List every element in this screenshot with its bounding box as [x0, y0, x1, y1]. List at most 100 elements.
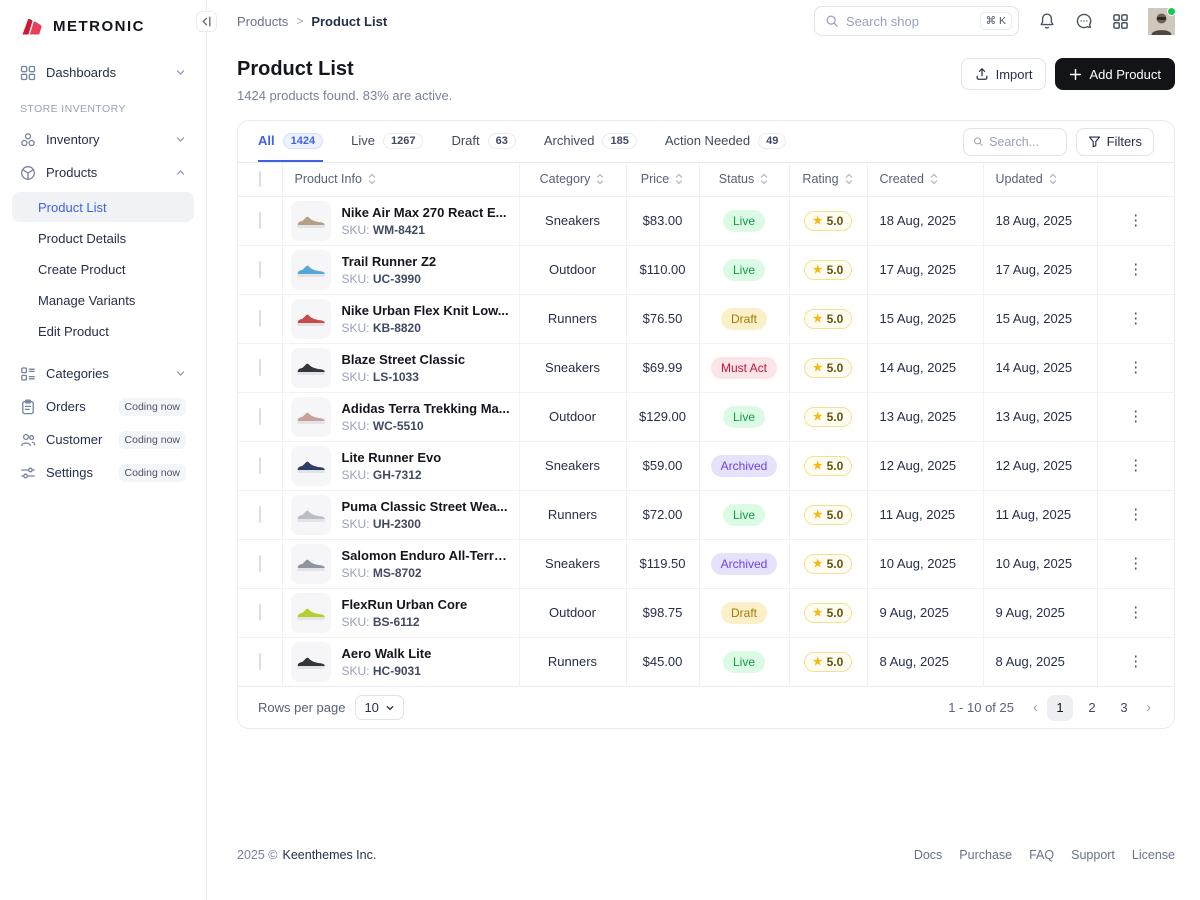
tab-count-badge: 1424 [283, 133, 323, 149]
row-actions-kebab-icon[interactable]: ⋮ [1128, 409, 1143, 424]
col-product-info[interactable]: Product Info [282, 163, 519, 196]
sneaker-icon [296, 408, 326, 426]
sidebar-item-customer[interactable]: Customer Coding now [12, 423, 194, 456]
sidebar-item-product-details[interactable]: Product Details [12, 223, 194, 253]
col-price[interactable]: Price [626, 163, 699, 196]
col-category[interactable]: Category [519, 163, 626, 196]
cell-created: 14 Aug, 2025 [867, 343, 983, 392]
cell-price: $110.00 [626, 245, 699, 294]
row-actions-kebab-icon[interactable]: ⋮ [1128, 654, 1143, 669]
tab-all[interactable]: All 1424 [258, 121, 323, 162]
row-checkbox[interactable] [259, 555, 261, 572]
row-actions-kebab-icon[interactable]: ⋮ [1128, 360, 1143, 375]
cell-price: $69.99 [626, 343, 699, 392]
notifications-button[interactable] [1038, 12, 1056, 30]
cell-price: $76.50 [626, 294, 699, 343]
tab-live[interactable]: Live 1267 [351, 121, 423, 162]
page-button-3[interactable]: 3 [1111, 695, 1137, 721]
table-search-input[interactable] [989, 135, 1057, 149]
sidebar-item-products[interactable]: Products [12, 156, 194, 189]
page-button-2[interactable]: 2 [1079, 695, 1105, 721]
user-menu-button[interactable] [1148, 8, 1175, 35]
page-header: Product List 1424 products found. 83% ar… [207, 42, 1200, 103]
footer-link-license[interactable]: License [1132, 848, 1175, 862]
sidebar-item-dashboards[interactable]: Dashboards [12, 56, 194, 89]
sneaker-icon [296, 261, 326, 279]
previous-page-button[interactable]: ‹ [1030, 699, 1041, 716]
sidebar-item-manage-variants[interactable]: Manage Variants [12, 285, 194, 315]
cell-category: Outdoor [519, 392, 626, 441]
product-name: Nike Air Max 270 React E... [342, 205, 507, 220]
cell-updated: 12 Aug, 2025 [983, 441, 1097, 490]
row-actions-kebab-icon[interactable]: ⋮ [1128, 556, 1143, 571]
col-status[interactable]: Status [699, 163, 789, 196]
footer-link-docs[interactable]: Docs [914, 848, 942, 862]
table-row: FlexRun Urban Core SKU: BS-6112 Outdoor … [238, 588, 1174, 637]
tab-draft[interactable]: Draft 63 [451, 121, 515, 162]
footer-company[interactable]: Keenthemes Inc. [283, 848, 377, 862]
row-actions-kebab-icon[interactable]: ⋮ [1128, 458, 1143, 473]
star-icon: ★ [813, 508, 823, 521]
tab-action-needed[interactable]: Action Needed 49 [665, 121, 787, 162]
row-checkbox[interactable] [259, 261, 261, 278]
global-search-input[interactable] [846, 14, 973, 29]
sort-icon [595, 173, 605, 185]
row-actions-kebab-icon[interactable]: ⋮ [1128, 507, 1143, 522]
row-checkbox[interactable] [259, 310, 261, 327]
row-checkbox[interactable] [259, 408, 261, 425]
add-product-button[interactable]: Add Product [1055, 58, 1175, 90]
row-checkbox[interactable] [259, 604, 261, 621]
footer-link-support[interactable]: Support [1071, 848, 1115, 862]
row-checkbox[interactable] [259, 212, 261, 229]
global-search[interactable]: ⌘ K [814, 6, 1019, 36]
status-badge: Live [723, 406, 765, 428]
row-checkbox[interactable] [259, 506, 261, 523]
import-button[interactable]: Import [961, 58, 1047, 90]
rows-per-page-select[interactable]: 10 [355, 695, 403, 720]
row-checkbox[interactable] [259, 359, 261, 376]
row-actions-kebab-icon[interactable]: ⋮ [1128, 605, 1143, 620]
footer-link-faq[interactable]: FAQ [1029, 848, 1054, 862]
footer-link-purchase[interactable]: Purchase [959, 848, 1012, 862]
row-actions-kebab-icon[interactable]: ⋮ [1128, 311, 1143, 326]
rating-badge: ★5.0 [804, 456, 853, 476]
sidebar-item-create-product[interactable]: Create Product [12, 254, 194, 284]
messages-button[interactable] [1075, 12, 1093, 30]
row-checkbox[interactable] [259, 653, 261, 670]
brand-logo[interactable]: METRONIC [0, 12, 206, 40]
cell-updated: 13 Aug, 2025 [983, 392, 1097, 441]
cell-updated: 11 Aug, 2025 [983, 490, 1097, 539]
table-search[interactable] [963, 128, 1067, 156]
select-all-checkbox[interactable] [259, 171, 261, 187]
sidebar-item-settings[interactable]: Settings Coding now [12, 456, 194, 489]
cell-product-info: Trail Runner Z2 SKU: UC-3990 [282, 245, 519, 294]
sidebar-collapse-button[interactable] [196, 11, 217, 32]
sidebar-item-edit-product[interactable]: Edit Product [12, 316, 194, 346]
breadcrumb: Products > Product List [237, 14, 387, 29]
cell-rating: ★5.0 [789, 490, 867, 539]
table-header: Product Info Category Price Status Ratin… [238, 163, 1174, 196]
filters-button[interactable]: Filters [1076, 128, 1154, 156]
page-button-1[interactable]: 1 [1047, 695, 1073, 721]
sidebar-item-orders[interactable]: Orders Coding now [12, 390, 194, 423]
cell-price: $129.00 [626, 392, 699, 441]
row-actions-kebab-icon[interactable]: ⋮ [1128, 262, 1143, 277]
row-checkbox[interactable] [259, 457, 261, 474]
sidebar-item-inventory[interactable]: Inventory [12, 123, 194, 156]
apps-button[interactable] [1112, 13, 1129, 30]
breadcrumb-products[interactable]: Products [237, 14, 288, 29]
sidebar-item-product-list[interactable]: Product List [12, 192, 194, 222]
select-all-header[interactable] [238, 163, 282, 196]
next-page-button[interactable]: › [1143, 699, 1154, 716]
col-updated[interactable]: Updated [983, 163, 1097, 196]
row-actions-kebab-icon[interactable]: ⋮ [1128, 213, 1143, 228]
cell-category: Sneakers [519, 441, 626, 490]
sneaker-icon [296, 555, 326, 573]
search-icon [825, 14, 839, 28]
sidebar-item-label: Customer [46, 432, 102, 447]
col-created[interactable]: Created [867, 163, 983, 196]
tab-archived[interactable]: Archived 185 [544, 121, 637, 162]
product-sku: SKU: WC-5510 [342, 419, 510, 433]
col-rating[interactable]: Rating [789, 163, 867, 196]
sidebar-item-categories[interactable]: Categories [12, 357, 194, 390]
